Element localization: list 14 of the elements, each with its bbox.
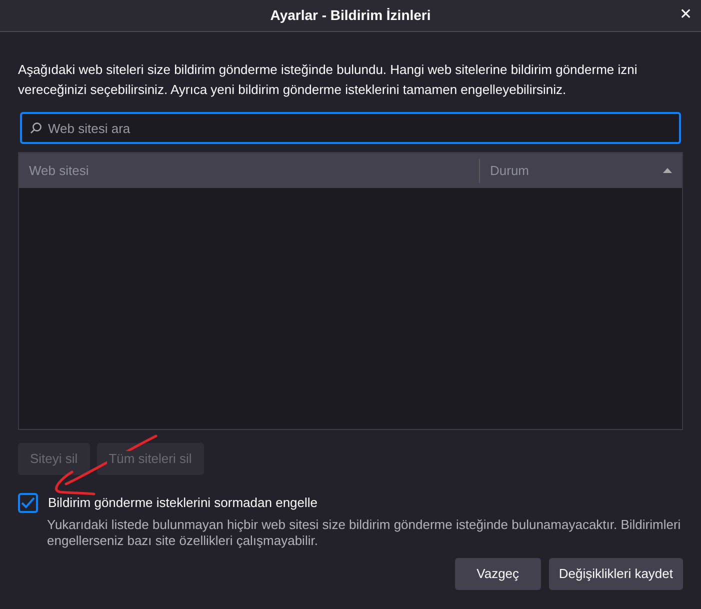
checkbox[interactable] — [18, 493, 38, 513]
sort-arrow-icon — [663, 168, 672, 173]
checkbox-label: Bildirim gönderme isteklerini sormadan engelle — [48, 494, 318, 512]
note-text: Yukarıdaki listede bulunmayan hiçbir web sitesi size bildirim gönderme isteğinde bulunamayacaktır. Bildirimleri engellerseniz bazı site özellikleri çalışmayabilir. — [47, 517, 682, 549]
close-button[interactable]: ✕ — [675, 4, 697, 26]
search-icon — [30, 122, 42, 134]
description-text: Aşağıdaki web siteleri size bildirim gönderme isteğinde bulundu. Hangi web sitelerine bildirim gönderme izni vereceğinizi seçebilirsiniz. Ayrıca yeni bildirim gönderme isteklerini tamamen engelleyebilirsiniz. — [18, 61, 638, 99]
column-header[interactable]: Durum — [480, 158, 682, 182]
window-title: Ayarlar - Bildirim İzinleri — [270, 6, 431, 25]
cancel-button[interactable]: Vazgeç — [454, 558, 541, 590]
column-header[interactable]: Web sitesi — [19, 158, 480, 182]
search-field[interactable]: Web sitesi ara — [20, 112, 681, 144]
save-button[interactable]: Değişiklikleri kaydet — [548, 558, 683, 590]
checkmark-icon — [21, 497, 35, 509]
